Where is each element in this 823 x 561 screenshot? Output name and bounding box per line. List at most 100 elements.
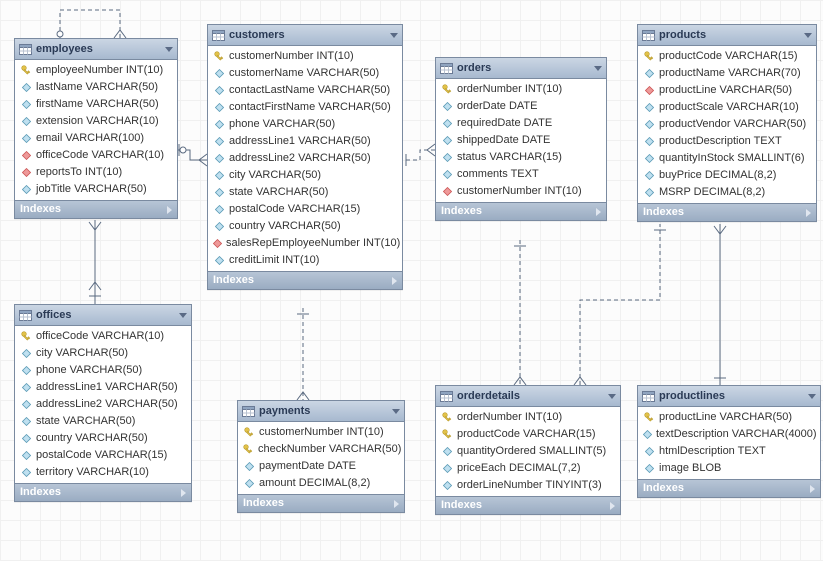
- column-row[interactable]: image BLOB: [638, 460, 820, 477]
- indexes-section[interactable]: Indexes: [238, 494, 404, 512]
- column-row[interactable]: checkNumber VARCHAR(50): [238, 441, 404, 458]
- column-row[interactable]: shippedDate DATE: [436, 132, 606, 149]
- table-header[interactable]: payments: [238, 401, 404, 422]
- column-row[interactable]: productScale VARCHAR(10): [638, 99, 816, 116]
- key-icon: [441, 84, 453, 96]
- column-text: requiredDate DATE: [457, 115, 552, 132]
- column-row[interactable]: contactLastName VARCHAR(50): [208, 82, 402, 99]
- column-row[interactable]: postalCode VARCHAR(15): [15, 447, 191, 464]
- column-text: productLine VARCHAR(50): [659, 409, 792, 426]
- column-row[interactable]: extension VARCHAR(10): [15, 113, 177, 130]
- table-header[interactable]: orderdetails: [436, 386, 620, 407]
- column-row[interactable]: addressLine2 VARCHAR(50): [15, 396, 191, 413]
- column-row[interactable]: customerNumber INT(10): [436, 183, 606, 200]
- column-row[interactable]: officeCode VARCHAR(10): [15, 147, 177, 164]
- column-text: textDescription VARCHAR(4000): [656, 426, 817, 443]
- column-text: email VARCHAR(100): [36, 130, 144, 147]
- table-payments[interactable]: payments customerNumber INT(10)checkNumbe…: [237, 400, 405, 513]
- column-row[interactable]: priceEach DECIMAL(7,2): [436, 460, 620, 477]
- column-row[interactable]: orderLineNumber TINYINT(3): [436, 477, 620, 494]
- rel-orders-customers: [401, 150, 435, 160]
- table-products[interactable]: products productCode VARCHAR(15)productNa…: [637, 24, 817, 222]
- column-row[interactable]: phone VARCHAR(50): [208, 116, 402, 133]
- table-header[interactable]: productlines: [638, 386, 820, 407]
- column-row[interactable]: status VARCHAR(15): [436, 149, 606, 166]
- column-row[interactable]: productDescription TEXT: [638, 133, 816, 150]
- column-row[interactable]: textDescription VARCHAR(4000): [638, 426, 820, 443]
- column-row[interactable]: buyPrice DECIMAL(8,2): [638, 167, 816, 184]
- column-row[interactable]: phone VARCHAR(50): [15, 362, 191, 379]
- column-row[interactable]: reportsTo INT(10): [15, 164, 177, 181]
- column-row[interactable]: employeeNumber INT(10): [15, 62, 177, 79]
- column-row[interactable]: creditLimit INT(10): [208, 252, 402, 269]
- column-row[interactable]: country VARCHAR(50): [15, 430, 191, 447]
- table-header[interactable]: customers: [208, 25, 402, 46]
- column-row[interactable]: city VARCHAR(50): [15, 345, 191, 362]
- column-diamond-icon: [20, 416, 32, 428]
- column-text: productName VARCHAR(70): [659, 65, 801, 82]
- table-employees[interactable]: employees employeeNumber INT(10)lastName …: [14, 38, 178, 219]
- column-row[interactable]: requiredDate DATE: [436, 115, 606, 132]
- column-row[interactable]: officeCode VARCHAR(10): [15, 328, 191, 345]
- indexes-section[interactable]: Indexes: [638, 479, 820, 497]
- column-row[interactable]: quantityOrdered SMALLINT(5): [436, 443, 620, 460]
- column-row[interactable]: jobTitle VARCHAR(50): [15, 181, 177, 198]
- column-row[interactable]: state VARCHAR(50): [15, 413, 191, 430]
- column-row[interactable]: country VARCHAR(50): [208, 218, 402, 235]
- column-row[interactable]: addressLine1 VARCHAR(50): [208, 133, 402, 150]
- column-row[interactable]: email VARCHAR(100): [15, 130, 177, 147]
- table-header[interactable]: products: [638, 25, 816, 46]
- indexes-section[interactable]: Indexes: [208, 271, 402, 289]
- column-row[interactable]: postalCode VARCHAR(15): [208, 201, 402, 218]
- rel-orderdetails-products: [580, 224, 660, 385]
- chevron-right-icon: [394, 500, 399, 508]
- column-diamond-icon: [441, 169, 453, 181]
- column-row[interactable]: addressLine2 VARCHAR(50): [208, 150, 402, 167]
- column-row[interactable]: salesRepEmployeeNumber INT(10): [208, 235, 402, 252]
- indexes-section[interactable]: Indexes: [15, 200, 177, 218]
- table-header[interactable]: employees: [15, 39, 177, 60]
- column-row[interactable]: territory VARCHAR(10): [15, 464, 191, 481]
- column-row[interactable]: amount DECIMAL(8,2): [238, 475, 404, 492]
- column-row[interactable]: htmlDescription TEXT: [638, 443, 820, 460]
- indexes-section[interactable]: Indexes: [638, 203, 816, 221]
- table-orderdetails[interactable]: orderdetails orderNumber INT(10)productCo…: [435, 385, 621, 515]
- column-row[interactable]: addressLine1 VARCHAR(50): [15, 379, 191, 396]
- column-row[interactable]: MSRP DECIMAL(8,2): [638, 184, 816, 201]
- indexes-section[interactable]: Indexes: [436, 202, 606, 220]
- column-row[interactable]: customerName VARCHAR(50): [208, 65, 402, 82]
- column-row[interactable]: productCode VARCHAR(15): [638, 48, 816, 65]
- table-header[interactable]: orders: [436, 58, 606, 79]
- column-text: postalCode VARCHAR(15): [36, 447, 167, 464]
- table-title: payments: [259, 403, 310, 420]
- column-row[interactable]: contactFirstName VARCHAR(50): [208, 99, 402, 116]
- column-row[interactable]: productName VARCHAR(70): [638, 65, 816, 82]
- table-header[interactable]: offices: [15, 305, 191, 326]
- column-row[interactable]: quantityInStock SMALLINT(6): [638, 150, 816, 167]
- column-text: firstName VARCHAR(50): [36, 96, 159, 113]
- column-row[interactable]: customerNumber INT(10): [208, 48, 402, 65]
- column-row[interactable]: customerNumber INT(10): [238, 424, 404, 441]
- column-text: customerNumber INT(10): [259, 424, 384, 441]
- column-row[interactable]: state VARCHAR(50): [208, 184, 402, 201]
- column-row[interactable]: comments TEXT: [436, 166, 606, 183]
- column-text: employeeNumber INT(10): [36, 62, 163, 79]
- indexes-section[interactable]: Indexes: [15, 483, 191, 501]
- column-row[interactable]: firstName VARCHAR(50): [15, 96, 177, 113]
- column-row[interactable]: paymentDate DATE: [238, 458, 404, 475]
- table-offices[interactable]: offices officeCode VARCHAR(10)city VARCHA…: [14, 304, 192, 502]
- column-row[interactable]: productVendor VARCHAR(50): [638, 116, 816, 133]
- column-row[interactable]: productLine VARCHAR(50): [638, 82, 816, 99]
- indexes-section[interactable]: Indexes: [436, 496, 620, 514]
- column-row[interactable]: orderNumber INT(10): [436, 409, 620, 426]
- column-row[interactable]: productLine VARCHAR(50): [638, 409, 820, 426]
- table-orders[interactable]: orders orderNumber INT(10)orderDate DATEr…: [435, 57, 607, 221]
- column-text: addressLine2 VARCHAR(50): [229, 150, 371, 167]
- column-row[interactable]: orderNumber INT(10): [436, 81, 606, 98]
- column-row[interactable]: orderDate DATE: [436, 98, 606, 115]
- table-customers[interactable]: customers customerNumber INT(10)customerN…: [207, 24, 403, 290]
- column-row[interactable]: city VARCHAR(50): [208, 167, 402, 184]
- table-productlines[interactable]: productlines productLine VARCHAR(50)textD…: [637, 385, 821, 498]
- column-row[interactable]: lastName VARCHAR(50): [15, 79, 177, 96]
- column-row[interactable]: productCode VARCHAR(15): [436, 426, 620, 443]
